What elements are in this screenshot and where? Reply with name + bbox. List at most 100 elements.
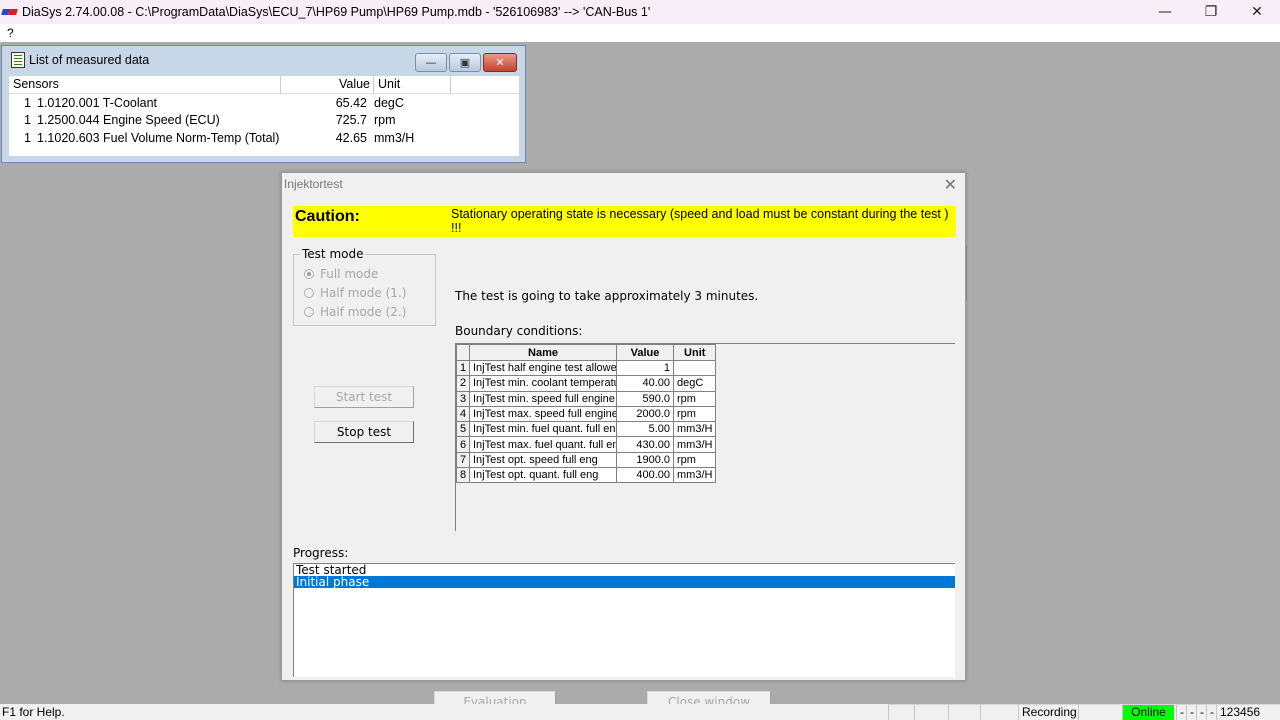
boundary-row[interactable]: 2 InjTest min. coolant temperature 40.00 de… [456,375,717,392]
start-test-button[interactable]: Start test [314,386,414,408]
boundary-row[interactable]: 4 InjTest max. speed full engine 2000.0 rpm [456,405,717,423]
minimize-button[interactable]: — [1142,0,1188,24]
data-list-icon [11,52,25,68]
sensor-name: 1.0120.001 T-Coolant [37,95,158,110]
condition-name: InjTest opt. quant. full eng [469,467,617,484]
column-header-value[interactable]: Value [281,76,374,93]
status-flag: - [1176,704,1186,720]
restore-button[interactable]: ❐ [1188,0,1234,24]
diasys-logo-icon [1,7,18,17]
caution-banner: Caution: Stationary operating state is n… [293,206,956,237]
row-index: 8 [456,467,470,484]
column-header-sensors[interactable]: Sensors [9,76,281,93]
radio-full-mode[interactable]: Full mode [304,267,378,281]
sensor-unit: mm3/H [374,130,415,145]
condition-unit: rpm [672,390,717,407]
condition-unit [672,359,717,377]
row-index: 4 [456,405,470,423]
condition-unit: rpm [672,451,717,469]
condition-unit: mm3/H [672,421,717,438]
row-index: 2 [456,375,470,392]
sensor-name: 1.2500.044 Engine Speed (ECU) [37,113,220,128]
row-number: 1 [24,113,31,128]
window-title: DiaSys 2.74.00.08 - C:\ProgramData\DiaSy… [22,5,651,19]
online-status: Online [1122,704,1174,720]
radio-half-mode-2[interactable]: Half mode (2.) [304,305,406,319]
boundary-row[interactable]: 1 InjTest half engine test allowed 1 [456,359,717,377]
condition-value: 5.00 [616,421,674,438]
row-index: 7 [456,451,470,469]
test-mode-group: Test mode Full mode Half mode (1.) Half … [293,247,436,326]
measured-data-row[interactable]: 1 1.2500.044 Engine Speed (ECU) 725.7 rp… [9,112,519,130]
measured-data-row[interactable]: 1 1.1020.603 Fuel Volume Norm-Temp (Tota… [9,129,519,147]
caution-label: Caution: [295,208,360,225]
measured-data-list[interactable]: Sensors Value Unit 1 1.0120.001 T-Coolan… [9,76,519,156]
condition-value: 430.00 [616,436,674,453]
column-header-index [456,344,470,361]
boundary-conditions-table: Name Value Unit 1 InjTest half engine tes… [456,344,717,484]
condition-name: InjTest half engine test allowed [469,359,617,377]
condition-unit: mm3/H [672,467,717,484]
status-flag: - [1186,704,1196,720]
dialog-scrollbar[interactable] [964,245,967,301]
measured-data-title: List of measured data [29,53,150,67]
row-index: 3 [456,390,470,407]
condition-name: InjTest max. fuel quant. full eng [469,436,617,453]
status-panel [1078,704,1120,720]
row-index: 6 [456,436,470,453]
boundary-row[interactable]: 6 InjTest max. fuel quant. full eng 430.00… [456,436,717,453]
measured-close-button[interactable]: ✕ [483,53,517,72]
sensor-value: 725.7 [335,113,367,128]
row-index: 1 [456,359,470,377]
condition-value: 1900.0 [616,451,674,469]
condition-value: 1 [616,359,674,377]
progress-label: Progress: [293,546,349,560]
radio-half-mode-1[interactable]: Half mode (1.) [304,286,406,300]
sensor-value: 65.42 [335,95,367,110]
condition-value: 590.0 [616,390,674,407]
sensor-unit: rpm [374,113,396,128]
dialog-titlebar[interactable]: Injektortest [282,173,965,195]
measured-minimize-button[interactable]: — [415,53,447,72]
injektortest-dialog: Injektortest ✕ Caution: Stationary opera… [281,172,967,713]
measured-data-window: List of measured data — ▣ ✕ Sensors Valu… [1,45,526,163]
menu-item-help[interactable]: ? [7,26,14,40]
radio-label: Half mode (1.) [320,286,407,300]
boundary-row[interactable]: 5 InjTest min. fuel quant. full eng 5.00 mm… [456,421,717,438]
condition-name: InjTest min. fuel quant. full eng [469,421,617,438]
stop-test-button[interactable]: Stop test [314,421,414,443]
column-header-unit[interactable]: Unit [374,76,451,93]
test-mode-title: Test mode [300,247,366,261]
measured-maximize-button[interactable]: ▣ [449,53,481,72]
radio-unselected-icon [304,307,314,317]
progress-list[interactable]: Test started Initial phase [293,563,955,677]
boundary-row[interactable]: 8 InjTest opt. quant. full eng 400.00 mm3/H [456,467,717,484]
status-panel [980,704,1018,720]
sensor-unit: degC [374,95,404,110]
column-header-value[interactable]: Value [616,344,674,361]
progress-item-selected[interactable]: Initial phase [294,576,955,588]
condition-name: InjTest max. speed full engine [469,405,617,423]
boundary-row[interactable]: 7 InjTest opt. speed full eng 1900.0 rpm [456,451,717,469]
measured-data-row[interactable]: 1 1.0120.001 T-Coolant 65.42 degC [9,94,519,112]
column-header-name[interactable]: Name [469,344,617,361]
dialog-close-icon[interactable]: ✕ [944,175,957,194]
column-header-unit[interactable]: Unit [672,344,717,361]
condition-unit: rpm [672,405,717,423]
radio-label: Half mode (2.) [320,305,407,319]
radio-unselected-icon [304,288,314,298]
close-button[interactable]: ✕ [1234,0,1280,24]
boundary-conditions-grid[interactable]: Name Value Unit 1 InjTest half engine tes… [455,343,955,531]
boundary-row[interactable]: 3 InjTest min. speed full engine 590.0 rpm [456,390,717,407]
radio-label: Full mode [320,267,379,281]
condition-unit: degC [672,375,717,392]
condition-name: InjTest min. coolant temperature [469,375,617,392]
progress-item[interactable]: Test started [294,564,955,576]
radio-selected-icon [304,269,314,279]
condition-value: 40.00 [616,375,674,392]
status-flag: - [1196,704,1206,720]
status-code: 123456 [1216,704,1280,720]
caution-message: Stationary operating state is necessary … [451,207,949,235]
row-number: 1 [24,95,31,110]
status-panel [888,704,914,720]
